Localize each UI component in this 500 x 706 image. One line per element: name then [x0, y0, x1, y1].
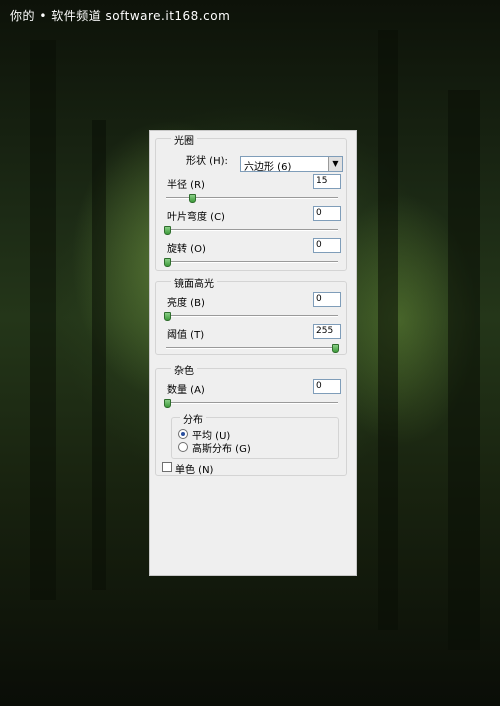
iris-group: 光圈 形状 (H): 六边形 (6) ▼ 半径 (R) 15 叶片弯度 (C) … — [155, 132, 347, 271]
curvature-slider-track[interactable] — [166, 229, 338, 231]
chevron-down-icon[interactable]: ▼ — [328, 157, 342, 171]
amount-label: 数量 (A) — [167, 385, 205, 396]
rotation-slider-thumb[interactable] — [164, 258, 171, 267]
noise-legend: 杂色 — [171, 362, 197, 377]
curvature-input[interactable]: 0 — [313, 206, 341, 221]
mono-label[interactable]: 单色 (N) — [175, 461, 213, 476]
distribution-legend: 分布 — [180, 411, 206, 426]
threshold-input[interactable]: 255 — [313, 324, 341, 339]
noise-group: 杂色 数量 (A) 0 分布 平均 (U) 高斯分布 (G) — [155, 362, 347, 476]
amount-input[interactable]: 0 — [313, 379, 341, 394]
radius-input[interactable]: 15 — [313, 174, 341, 189]
radius-slider-thumb[interactable] — [189, 194, 197, 203]
specular-legend: 镜面高光 — [171, 275, 217, 290]
shape-select-value: 六边形 (6) — [244, 162, 292, 173]
brightness-slider-track[interactable] — [166, 315, 338, 317]
distribution-group: 分布 平均 (U) 高斯分布 (G) — [171, 411, 339, 459]
amount-slider-track[interactable] — [166, 402, 338, 404]
radius-label: 半径 (R) — [167, 180, 205, 191]
curvature-label: 叶片弯度 (C) — [167, 212, 225, 223]
shape-label: 形状 (H): — [186, 156, 228, 167]
curvature-slider-thumb[interactable] — [164, 226, 171, 235]
gaussian-label[interactable]: 高斯分布 (G) — [192, 440, 251, 455]
specular-group: 镜面高光 亮度 (B) 0 阈值 (T) 255 — [155, 275, 347, 355]
threshold-slider-thumb[interactable] — [332, 344, 339, 353]
iris-legend: 光圈 — [171, 132, 197, 147]
mono-checkbox[interactable] — [162, 462, 172, 472]
shape-select[interactable]: 六边形 (6) ▼ — [240, 156, 343, 173]
brightness-label: 亮度 (B) — [167, 298, 205, 309]
brightness-slider-thumb[interactable] — [164, 312, 171, 321]
threshold-label: 阈值 (T) — [167, 330, 205, 341]
threshold-slider-track[interactable] — [166, 347, 338, 349]
amount-slider-thumb[interactable] — [164, 399, 171, 408]
brightness-input[interactable]: 0 — [313, 292, 341, 307]
rotation-input[interactable]: 0 — [313, 238, 341, 253]
rotation-slider-track[interactable] — [166, 261, 338, 263]
uniform-radio[interactable] — [178, 429, 188, 439]
watermark-text: 你的 • 软件频道 software.it168.com — [10, 9, 231, 23]
gaussian-radio[interactable] — [178, 442, 188, 452]
rotation-label: 旋转 (O) — [167, 244, 206, 255]
lens-blur-panel: 光圈 形状 (H): 六边形 (6) ▼ 半径 (R) 15 叶片弯度 (C) … — [149, 130, 357, 576]
